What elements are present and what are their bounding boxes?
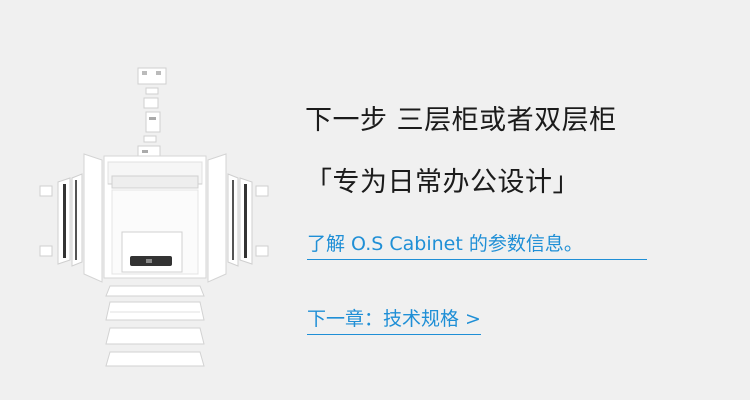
info-panel: 下一步 三层柜或者双层柜 「专为日常办公设计」 了解 O.S Cabinet 的… bbox=[305, 0, 745, 400]
cabinet-body bbox=[103, 155, 207, 279]
right-panels bbox=[207, 153, 269, 283]
left-panels bbox=[39, 153, 103, 283]
design-purpose-subheading: 「专为日常办公设计」 bbox=[305, 167, 580, 198]
cabinet-exploded-illustration bbox=[39, 67, 269, 367]
next-chapter-link[interactable]: 下一章：技术规格 > bbox=[307, 304, 481, 335]
cabinet-params-link[interactable]: 了解 O.S Cabinet 的参数信息。 bbox=[307, 229, 647, 260]
next-step-heading: 下一步 三层柜或者双层柜 bbox=[305, 105, 617, 136]
page: 下一步 三层柜或者双层柜 「专为日常办公设计」 了解 O.S Cabinet 的… bbox=[0, 0, 750, 400]
drawer-trays bbox=[105, 285, 205, 367]
